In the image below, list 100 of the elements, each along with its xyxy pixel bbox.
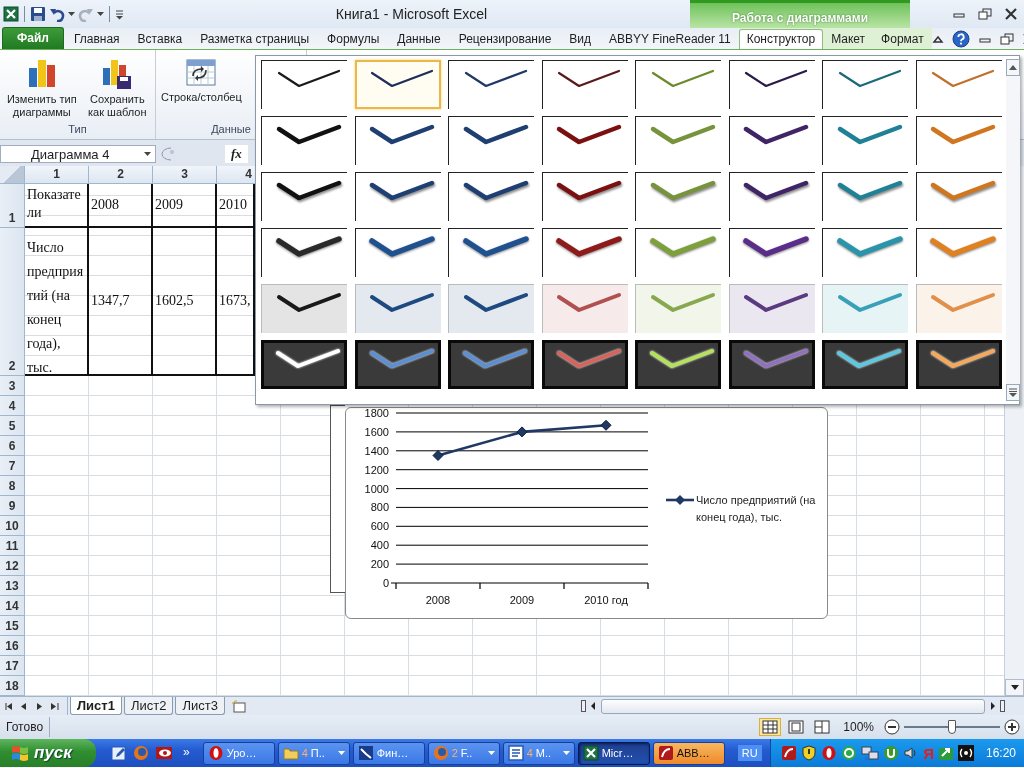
split-handle-icon[interactable] xyxy=(581,700,586,712)
row-header[interactable]: 7 xyxy=(0,456,25,476)
data-line[interactable] xyxy=(432,419,612,461)
start-button[interactable]: пуск xyxy=(0,739,96,767)
skip-left-icon[interactable] xyxy=(5,701,14,711)
row-header[interactable]: 13 xyxy=(0,576,25,596)
chevron-up-icon[interactable] xyxy=(931,33,944,44)
row-header[interactable]: 3 xyxy=(0,376,25,396)
taskbar-button[interactable]: Фин… xyxy=(352,741,425,765)
scroll-left-icon[interactable] xyxy=(589,700,598,712)
chart-frame-edge[interactable] xyxy=(330,405,345,593)
row-header[interactable]: 16 xyxy=(0,636,25,656)
row-header[interactable]: 17 xyxy=(0,656,25,676)
chart-style-option[interactable] xyxy=(728,340,815,389)
wireless-icon[interactable] xyxy=(957,745,974,761)
name-box[interactable]: Диаграмма 4 xyxy=(0,145,156,163)
shield-icon[interactable] xyxy=(801,745,818,761)
ribbon-tab[interactable]: Рецензирование xyxy=(450,29,560,49)
skip-right-icon[interactable] xyxy=(50,701,59,711)
row-header[interactable]: 6 xyxy=(0,436,25,456)
chart-style-menu[interactable] xyxy=(255,55,1020,405)
triangle-left-icon[interactable] xyxy=(20,701,29,711)
network-icon[interactable] xyxy=(861,745,880,761)
more-button[interactable] xyxy=(1005,384,1020,401)
row-header[interactable]: 5 xyxy=(0,416,25,436)
ribbon-tab[interactable]: Данные xyxy=(389,29,449,49)
caret-icon[interactable] xyxy=(68,11,75,17)
row-header[interactable]: 14 xyxy=(0,596,25,616)
torrent-icon[interactable] xyxy=(883,745,900,761)
row-header[interactable]: 1 xyxy=(0,184,25,228)
file-tab[interactable]: Файл xyxy=(2,27,64,49)
scan-icon[interactable] xyxy=(781,745,798,761)
overflow-button[interactable]: » xyxy=(179,745,194,759)
row-header[interactable]: 18 xyxy=(0,676,25,696)
pencil-square-icon[interactable] xyxy=(111,745,127,761)
chart-style-option[interactable] xyxy=(354,284,441,333)
row-header[interactable]: 4 xyxy=(0,396,25,416)
column-header[interactable]: 3 xyxy=(153,166,217,184)
restore-icon[interactable] xyxy=(999,32,1014,45)
sheet-tab[interactable]: Лист3 xyxy=(175,697,225,715)
ribbon-tab[interactable]: Главная xyxy=(65,29,128,49)
eye-icon[interactable] xyxy=(155,745,173,761)
triangle-right-icon[interactable] xyxy=(35,701,44,711)
help-icon[interactable] xyxy=(951,29,970,48)
column-header[interactable]: 1 xyxy=(25,166,89,184)
ribbon-tab[interactable]: Вид xyxy=(561,29,600,49)
taskbar-button[interactable]: ABB… xyxy=(652,741,725,765)
scroll-right-icon[interactable] xyxy=(988,700,997,712)
scroll-up-button[interactable] xyxy=(1005,59,1020,76)
taskbar-button[interactable]: 2 F.. xyxy=(427,741,500,765)
row-header[interactable]: 9 xyxy=(0,496,25,516)
chart-style-option[interactable] xyxy=(448,284,534,333)
zoom-in-icon[interactable] xyxy=(1004,719,1020,735)
chart-style-option[interactable] xyxy=(354,340,441,389)
row-header[interactable]: 8 xyxy=(0,476,25,496)
view-button[interactable] xyxy=(759,718,782,736)
row-header[interactable]: 2 xyxy=(0,228,25,376)
taskbar-button[interactable]: Уро… xyxy=(202,741,275,765)
ribbon-tab[interactable]: Формат xyxy=(873,29,932,49)
ribbon-tab[interactable]: Формулы xyxy=(319,29,388,49)
clock[interactable]: 16:20 xyxy=(985,746,1016,760)
slider-thumb[interactable] xyxy=(948,720,956,734)
ribbon-tab[interactable]: Разметка страницы xyxy=(192,29,318,49)
ribbon-tab[interactable]: Конструктор xyxy=(738,29,824,49)
new-sheet-icon[interactable] xyxy=(230,699,247,713)
row-header[interactable]: 12 xyxy=(0,556,25,576)
chart-style-option[interactable] xyxy=(541,340,628,389)
caret-icon[interactable] xyxy=(97,11,104,17)
ring-icon[interactable] xyxy=(821,745,838,761)
spreadsheet-app-icon[interactable] xyxy=(3,6,19,22)
chart-style-option[interactable] xyxy=(728,284,815,333)
column-header[interactable]: 4 xyxy=(217,166,255,184)
split-handle-icon[interactable] xyxy=(1000,700,1005,712)
chart-area[interactable]: 0 200 400 600 800 1000 1200 1400 1600 1800 2008 2009 2010 год Число предприятий (на конец года), тыс. xyxy=(345,407,828,619)
ribbon-tab[interactable]: ABBYY FineReader 11 xyxy=(601,29,739,49)
chart-style-option[interactable] xyxy=(448,340,534,389)
chart-style-option[interactable] xyxy=(635,340,721,389)
ribbon-tab[interactable]: Макет xyxy=(823,29,874,49)
sheet-tab[interactable]: Лист2 xyxy=(123,697,174,715)
chart-style-option[interactable] xyxy=(822,340,908,389)
taskbar-button[interactable]: Micr… xyxy=(577,741,650,765)
chart-style-option[interactable] xyxy=(261,340,347,389)
scroll-down-button[interactable] xyxy=(1005,679,1024,696)
column-header[interactable]: 2 xyxy=(89,166,153,184)
target-icon[interactable] xyxy=(841,745,858,761)
close-icon[interactable] xyxy=(1004,8,1018,20)
caret-icon[interactable] xyxy=(144,151,151,157)
row-header[interactable]: 11 xyxy=(0,536,25,556)
ribbon-button[interactable]: Сохранить как шаблон xyxy=(83,54,151,123)
chart-style-option[interactable] xyxy=(261,284,347,333)
ribbon-button[interactable]: Изменить тип диаграммы xyxy=(4,54,80,123)
zoom-out-icon[interactable] xyxy=(884,719,900,735)
chart-style-option[interactable] xyxy=(915,340,1002,389)
insert-function-button[interactable]: fx xyxy=(225,145,248,163)
zoom-level[interactable]: 100% xyxy=(843,720,874,734)
taskbar-button[interactable]: 4 M.. xyxy=(502,741,575,765)
sheet-tab[interactable]: Лист1 xyxy=(70,697,122,715)
arrow-box-icon[interactable] xyxy=(937,745,954,761)
ribbon-button[interactable]: Строка/столбец xyxy=(160,54,243,123)
row-header[interactable]: 10 xyxy=(0,516,25,536)
